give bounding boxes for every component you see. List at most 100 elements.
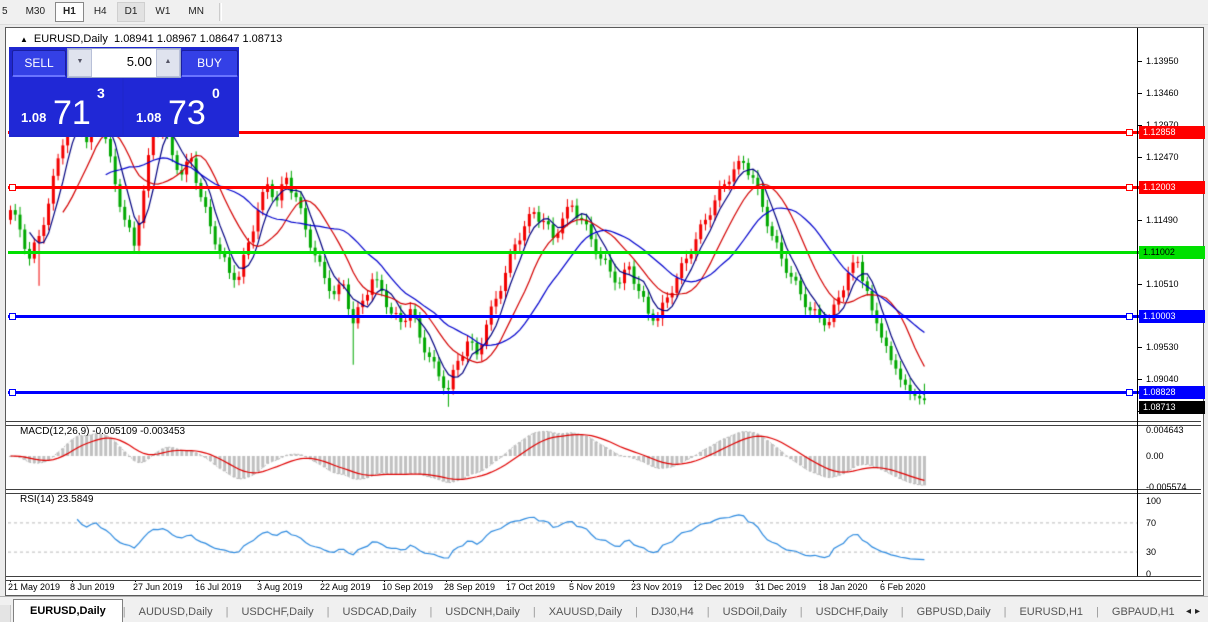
chart-tab-usdchf-daily[interactable]: USDCHF,Daily xyxy=(803,602,901,622)
buy-price-main: 73 xyxy=(168,94,206,132)
chart-tab-usdchf-daily[interactable]: USDCHF,Daily xyxy=(228,602,326,622)
date-axis-label: 12 Dec 2019 xyxy=(693,582,745,592)
timeframe-button-m30[interactable]: M30 xyxy=(18,2,53,22)
tab-scroll-left-arrow[interactable]: ◂ xyxy=(1186,606,1195,617)
line-drag-handle[interactable] xyxy=(1126,389,1133,397)
date-axis-label: 22 Aug 2019 xyxy=(320,582,371,592)
chart-symbol-period: EURUSD,Daily xyxy=(33,33,108,45)
date-axis-label: 31 Dec 2019 xyxy=(755,582,807,592)
tab-scroll-arrows: ◂▸ xyxy=(1186,606,1204,617)
macd-label: MACD(12,26,9) -0.005109 -0.003453 xyxy=(20,426,186,437)
chart-window: ▲ EURUSD,Daily 1.08941 1.08967 1.08647 1.… xyxy=(5,27,1205,596)
buy-price-quote[interactable]: 1.08 73 0 xyxy=(124,77,239,135)
chart-tab-usdoil-daily[interactable]: USDOil,Daily xyxy=(710,602,800,622)
price-axis-tick-mark xyxy=(1138,93,1142,94)
sell-price-prefix: 1.08 xyxy=(21,110,47,125)
volume-increase-button[interactable]: ▲ xyxy=(156,49,180,77)
date-axis-label: 3 Aug 2019 xyxy=(257,582,303,592)
rsi-axis-tick: 70 xyxy=(1146,517,1157,528)
macd-axis-tick: -0.005574 xyxy=(1146,482,1187,493)
date-axis-label: 10 Sep 2019 xyxy=(382,582,434,592)
buy-button[interactable]: BUY xyxy=(181,50,238,77)
date-axis-splitter xyxy=(6,576,1201,581)
tab-scroll-right-arrow[interactable]: ▸ xyxy=(1195,606,1204,617)
timeframe-button-w1[interactable]: W1 xyxy=(147,2,178,22)
price-axis-tick-mark xyxy=(1138,347,1142,349)
line-drag-handle[interactable] xyxy=(1126,183,1133,191)
ohlc-open: 1.08941 xyxy=(114,33,154,45)
price-axis-divider xyxy=(1137,28,1138,576)
date-axis-label: 6 Feb 2020 xyxy=(880,582,926,592)
chart-tab-usdcad-daily[interactable]: USDCAD,Daily xyxy=(329,602,429,622)
macd-axis-tick: 0.00 xyxy=(1146,451,1164,461)
buy-price-prefix: 1.08 xyxy=(136,110,162,125)
timeframe-button-h4[interactable]: H4 xyxy=(86,2,115,22)
sell-price-main: 71 xyxy=(53,94,91,132)
tab-bar-corner xyxy=(0,605,11,622)
collapse-panel-icon[interactable]: ▲ xyxy=(20,35,28,44)
volume-decrease-button[interactable]: ▼ xyxy=(68,49,92,77)
chart-tab-xauusd-daily[interactable]: XAUUSD,Daily xyxy=(536,602,635,622)
rsi-axis-tick: 0 xyxy=(1146,569,1152,579)
level-price-label: 1.08828 xyxy=(1139,386,1205,400)
macd-pane-splitter[interactable] xyxy=(6,421,1201,426)
chart-tab-gbpaud-h1[interactable]: GBPAUD,H1 xyxy=(1099,602,1188,622)
date-axis-label: 27 Jun 2019 xyxy=(133,582,183,592)
horizontal-level-line-1.11002[interactable] xyxy=(8,250,1139,254)
date-axis-label: 17 Oct 2019 xyxy=(506,582,556,592)
ohlc-high: 1.08967 xyxy=(156,33,197,45)
chart-tab-eurusd-daily[interactable]: EURUSD,Daily xyxy=(13,599,123,622)
chart-tab-audusd-daily[interactable]: AUDUSD,Daily xyxy=(126,602,226,622)
timeframe-button-5[interactable]: 5 xyxy=(0,2,16,22)
ohlc-close: 1.08713 xyxy=(242,33,283,45)
macd-axis-tick: 0.004643 xyxy=(1146,424,1184,435)
sell-price-pip: 3 xyxy=(97,85,105,101)
line-drag-handle[interactable] xyxy=(9,389,16,397)
volume-input[interactable]: 5.00 xyxy=(92,49,156,77)
sell-price-quote[interactable]: 1.08 71 3 xyxy=(9,77,122,135)
rsi-pane-splitter[interactable] xyxy=(6,489,1201,494)
price-axis-tick: 1.10510 xyxy=(1146,278,1179,289)
date-axis-label: 28 Sep 2019 xyxy=(444,582,496,592)
timeframe-toolbar: 5 M30 H1 H4 D1 W1 MN xyxy=(0,0,1208,25)
line-drag-handle[interactable] xyxy=(9,313,16,321)
date-axis-label: 16 Jul 2019 xyxy=(195,582,242,592)
date-axis-label: 8 Jun 2019 xyxy=(70,582,115,592)
price-axis-tick: 1.13950 xyxy=(1146,56,1179,67)
rsi-axis-tick: 30 xyxy=(1146,547,1157,558)
timeframe-button-mn[interactable]: MN xyxy=(180,2,212,22)
level-price-label: 1.10003 xyxy=(1139,310,1205,324)
level-price-label: 1.11002 xyxy=(1139,245,1205,259)
current-price-label: 1.08713 xyxy=(1139,400,1205,414)
timeframe-button-h1[interactable]: H1 xyxy=(55,2,84,22)
line-drag-handle[interactable] xyxy=(1126,313,1133,321)
price-axis-tick-mark xyxy=(1138,283,1142,285)
price-axis-tick: 1.11490 xyxy=(1146,215,1178,226)
chart-tab-usdcnh-daily[interactable]: USDCNH,Daily xyxy=(432,602,533,622)
level-price-label: 1.12858 xyxy=(1139,125,1205,139)
buy-price-pip: 0 xyxy=(212,85,220,101)
toolbar-separator xyxy=(218,3,222,21)
timeframe-button-d1[interactable]: D1 xyxy=(116,2,146,22)
chart-tab-eurusd-h1[interactable]: EURUSD,H1 xyxy=(1006,602,1096,622)
line-drag-handle[interactable] xyxy=(9,183,16,191)
sell-button[interactable]: SELL xyxy=(12,50,66,77)
price-axis-tick: 1.09040 xyxy=(1146,373,1179,384)
date-axis-label: 18 Jan 2020 xyxy=(818,582,868,592)
horizontal-level-line-1.10003[interactable] xyxy=(8,315,1139,319)
chart-info-line: ▲ EURUSD,Daily 1.08941 1.08967 1.08647 1.… xyxy=(20,33,282,45)
price-axis-tick-mark xyxy=(1138,61,1142,63)
price-axis-tick: 1.12470 xyxy=(1146,152,1179,163)
date-axis: 21 May 2019 8 Jun 2019 27 Jun 2019 16 Jul 2… xyxy=(6,579,1201,595)
macd-values: -0.005109 -0.003453 xyxy=(92,426,186,437)
price-axis-tick: 1.09530 xyxy=(1146,342,1179,353)
chart-tab-dj30-h4[interactable]: DJ30,H4 xyxy=(638,602,707,622)
date-axis-label: 23 Nov 2019 xyxy=(631,582,683,592)
rsi-indicator-canvas[interactable] xyxy=(8,493,1137,576)
price-axis-tick-mark xyxy=(1138,157,1142,159)
line-drag-handle[interactable] xyxy=(1126,128,1133,136)
volume-spinner: ▼ 5.00 ▲ xyxy=(67,48,181,78)
horizontal-level-line-1.08828[interactable] xyxy=(8,391,1139,395)
horizontal-level-line-1.12003[interactable] xyxy=(8,185,1139,189)
chart-tab-gbpusd-daily[interactable]: GBPUSD,Daily xyxy=(904,602,1004,622)
